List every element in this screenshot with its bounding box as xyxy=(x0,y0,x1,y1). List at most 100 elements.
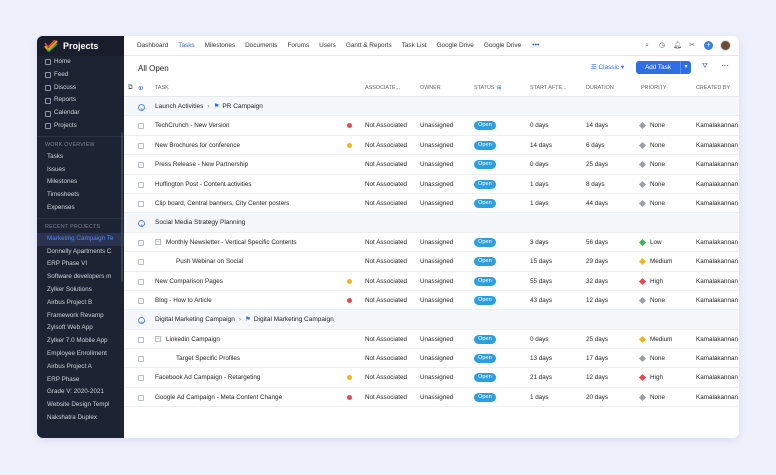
sidebar-item-tasks[interactable]: Tasks xyxy=(37,151,124,164)
sidebar-item-milestones[interactable]: Milestones xyxy=(37,176,124,189)
owner-cell[interactable]: Unassigned xyxy=(420,272,453,291)
tab-milestones[interactable]: Milestones xyxy=(205,42,236,49)
collapse-group-icon[interactable] xyxy=(138,220,145,228)
table-row[interactable]: – Linkedin Campaign Not Associated Unassign… xyxy=(124,330,739,350)
status-badge[interactable]: Open xyxy=(474,392,496,402)
more-nav-button[interactable]: ••• xyxy=(532,42,539,49)
sidebar-item-home[interactable]: Home xyxy=(37,56,124,69)
priority-cell[interactable]: None xyxy=(650,388,665,407)
status-badge[interactable]: Open xyxy=(474,276,496,286)
task-name[interactable]: Press Release - New Partnership xyxy=(155,155,248,174)
tab-google-drive[interactable]: Google Drive xyxy=(437,42,474,49)
priority-cell[interactable]: None xyxy=(650,291,665,310)
status-badge[interactable]: Open xyxy=(474,160,496,170)
avatar[interactable] xyxy=(720,40,731,51)
tab-users[interactable]: Users xyxy=(319,42,336,49)
add-column-icon[interactable]: ⊕ xyxy=(138,84,143,92)
recent-project-item[interactable]: Employee Enrollment xyxy=(37,348,124,361)
table-row[interactable]: – Monthly Newsletter - Vertical Specific … xyxy=(124,233,739,253)
column-priority[interactable]: PRIORITY xyxy=(641,85,666,91)
row-checkbox[interactable] xyxy=(138,181,144,188)
tab-forums[interactable]: Forums xyxy=(287,42,309,49)
owner-cell[interactable]: Unassigned xyxy=(420,116,453,135)
column-task[interactable]: TASK xyxy=(155,85,169,91)
recent-project-item[interactable]: Marketing Campaign Te xyxy=(37,232,124,246)
owner-cell[interactable]: Unassigned xyxy=(420,349,453,368)
group-row[interactable]: Launch Activities › ⚑ PR Campaign xyxy=(124,97,739,117)
row-checkbox[interactable] xyxy=(138,142,144,149)
plus-icon[interactable]: + xyxy=(704,41,713,50)
collapse-group-icon[interactable] xyxy=(138,104,145,111)
column-duration[interactable]: DURATION xyxy=(586,85,614,91)
brand[interactable]: Projects xyxy=(37,36,124,56)
search-icon[interactable]: ⌕ xyxy=(643,42,651,50)
tab-tasks[interactable]: Tasks xyxy=(178,42,194,49)
row-checkbox[interactable] xyxy=(138,123,144,130)
row-checkbox[interactable] xyxy=(138,239,144,246)
add-task-button[interactable]: Add Task ▾ xyxy=(636,61,691,74)
priority-cell[interactable]: High xyxy=(650,272,663,291)
row-checkbox[interactable] xyxy=(138,356,144,363)
recent-project-item[interactable]: Airbus Project A xyxy=(37,361,124,374)
sidebar-item-calendar[interactable]: Calendar xyxy=(37,107,124,120)
sidebar-item-projects[interactable]: Projects xyxy=(37,120,124,133)
recent-project-item[interactable]: ERP Phase VI xyxy=(37,258,124,271)
table-row[interactable]: Blog - How to Article Not Associated Unass… xyxy=(124,291,739,311)
column-created-by[interactable]: CREATED BY xyxy=(696,85,730,91)
column-associated[interactable]: ASSOCIATE... xyxy=(365,85,400,91)
collapse-group-icon[interactable] xyxy=(138,317,145,325)
recent-project-item[interactable]: Software developers m xyxy=(37,271,124,284)
task-name[interactable]: Google Ad Campaign - Meta Content Change xyxy=(155,388,282,407)
priority-cell[interactable]: None xyxy=(650,175,665,194)
row-checkbox[interactable] xyxy=(138,375,144,382)
timer-icon[interactable]: ◷ xyxy=(658,42,666,50)
priority-cell[interactable]: Medium xyxy=(650,252,672,271)
sidebar-item-reports[interactable]: Reports xyxy=(37,94,124,107)
row-checkbox[interactable] xyxy=(138,162,144,169)
table-row[interactable]: New Comparison Pages Not Associated Unassi… xyxy=(124,272,739,291)
status-badge[interactable]: Open xyxy=(474,295,496,305)
task-name[interactable]: Linkedin Campaign xyxy=(166,330,220,349)
tab-gantt-reports[interactable]: Gantt & Reports xyxy=(346,42,392,49)
table-row[interactable]: Clip board, Central banners, City Center… xyxy=(124,194,739,214)
recent-project-item[interactable]: Zylker 7.0 Mobile App xyxy=(37,335,124,348)
tab-task-list[interactable]: Task List xyxy=(402,42,427,49)
task-name[interactable]: Monthly Newsletter - Vertical Specific C… xyxy=(166,233,297,252)
task-name[interactable]: Clip board, Central banners, City Center… xyxy=(155,194,289,213)
tab-documents[interactable]: Documents xyxy=(245,42,277,49)
priority-cell[interactable]: None xyxy=(650,194,665,213)
table-row[interactable]: TechCrunch - New Version Not Associated Un… xyxy=(124,116,739,136)
sidebar-scrollbar[interactable] xyxy=(121,132,123,282)
sidebar-item-expenses[interactable]: Expenses xyxy=(37,202,124,215)
task-name[interactable]: Facebook Ad Campaign - Retargeting xyxy=(155,368,260,387)
owner-cell[interactable]: Unassigned xyxy=(420,291,453,310)
status-badge[interactable]: Open xyxy=(474,237,496,247)
status-badge[interactable]: Open xyxy=(474,140,496,150)
recent-project-item[interactable]: ERP Phase xyxy=(37,374,124,387)
priority-cell[interactable]: None xyxy=(650,155,665,174)
table-row[interactable]: Huffington Post - Content activities Not … xyxy=(124,175,739,194)
task-name[interactable]: New Brochures for conference xyxy=(155,136,240,155)
owner-cell[interactable]: Unassigned xyxy=(420,368,453,387)
sidebar-item-issues[interactable]: Issues xyxy=(37,164,124,177)
task-name[interactable]: Blog - How to Article xyxy=(155,291,212,310)
tab-google-drive[interactable]: Google Drive xyxy=(484,42,521,49)
table-row[interactable]: Target Specific Profiles Not Associated Un… xyxy=(124,349,739,369)
status-badge[interactable]: Open xyxy=(474,198,496,208)
owner-cell[interactable]: Unassigned xyxy=(420,155,453,174)
task-name[interactable]: New Comparison Pages xyxy=(155,272,223,291)
status-badge[interactable]: Open xyxy=(474,373,496,383)
group-milestone[interactable]: Digital Marketing Campaign xyxy=(254,316,334,323)
recent-project-item[interactable]: Nakshatra Duplex xyxy=(37,412,124,425)
chevron-down-icon[interactable]: ▾ xyxy=(680,61,691,74)
owner-cell[interactable]: Unassigned xyxy=(420,388,453,407)
owner-cell[interactable]: Unassigned xyxy=(420,252,453,271)
recent-project-item[interactable]: Grade V: 2020-2021 xyxy=(37,386,124,399)
priority-cell[interactable]: None xyxy=(650,349,665,368)
status-badge[interactable]: Open xyxy=(474,354,496,364)
column-status[interactable]: STATUS xyxy=(474,85,494,91)
priority-cell[interactable]: Medium xyxy=(650,330,672,349)
status-filter-icon[interactable]: ⊞ xyxy=(497,85,502,91)
owner-cell[interactable]: Unassigned xyxy=(420,136,453,155)
recent-project-item[interactable]: Zylker Solutions xyxy=(37,284,124,297)
